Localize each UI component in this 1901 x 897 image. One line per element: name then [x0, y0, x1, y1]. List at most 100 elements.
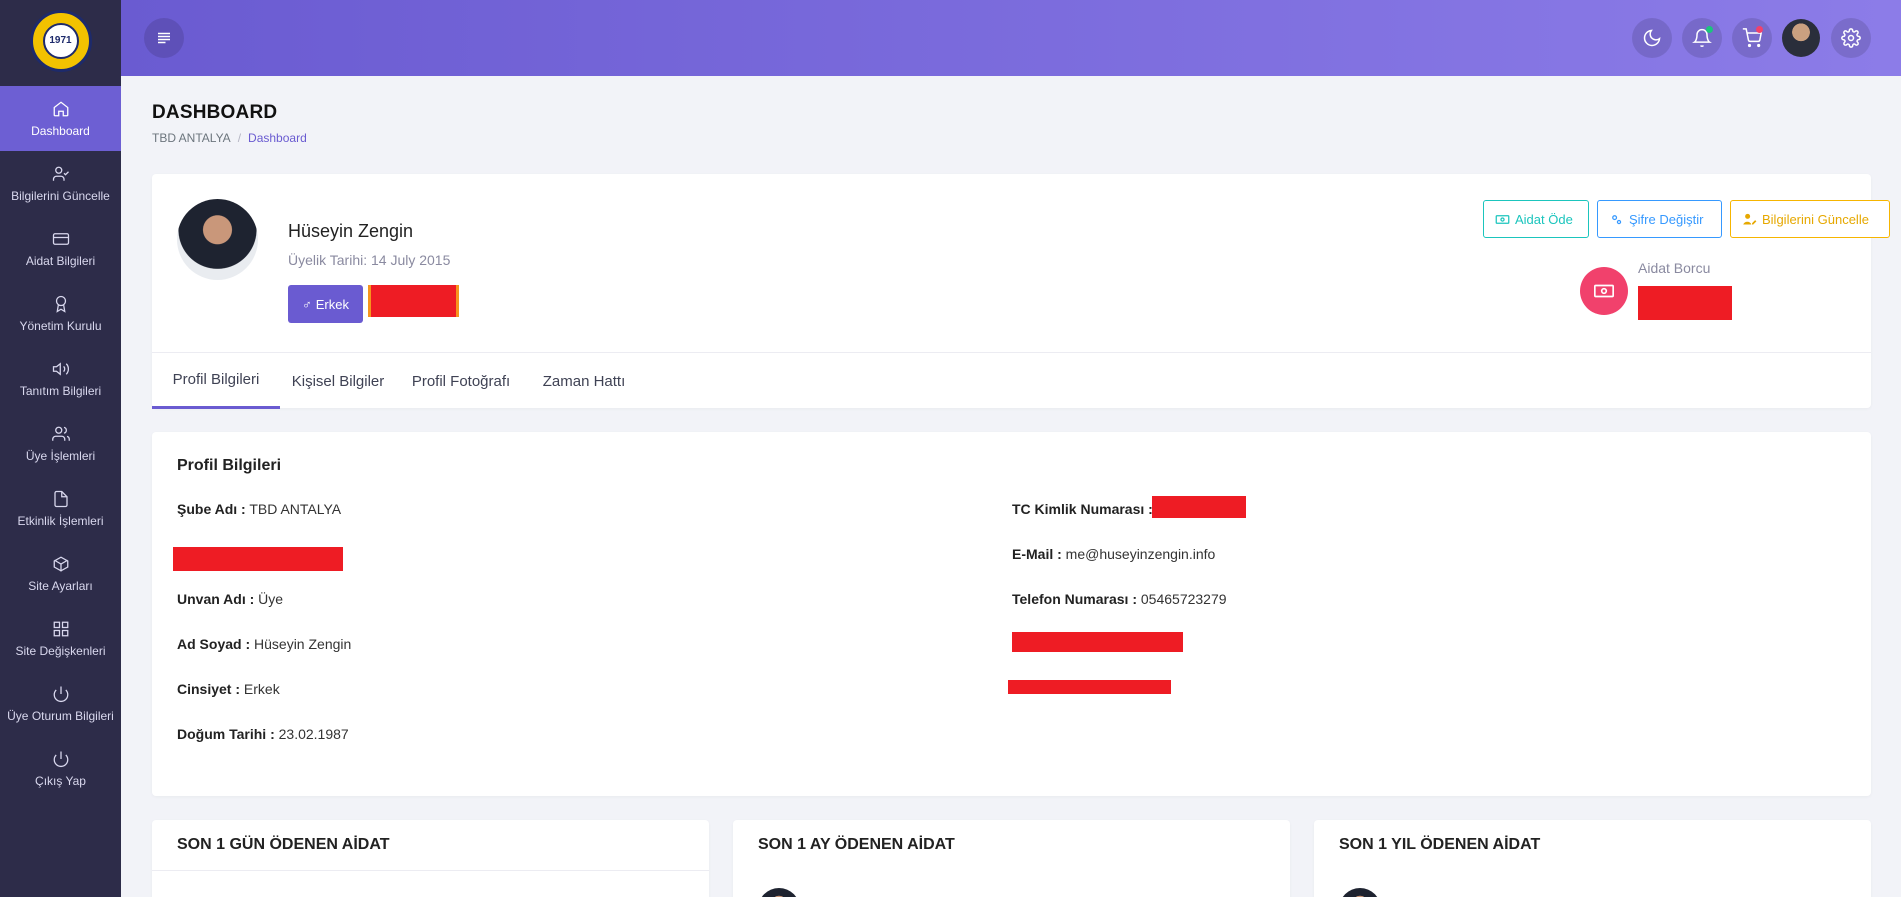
dues-month-card: SON 1 AY ÖDENEN AİDAT [733, 820, 1290, 897]
dues-day-card: SON 1 GÜN ÖDENEN AİDAT [152, 820, 709, 897]
sidebar-item-members[interactable]: Üye İşlemleri [0, 411, 121, 476]
gender-badge: ♂ Erkek [288, 285, 363, 323]
sidebar-item-dashboard[interactable]: Dashboard [0, 86, 121, 151]
top-header [121, 0, 1901, 76]
change-password-button[interactable]: Şifre Değiştir [1597, 200, 1722, 238]
info-row-fullname: Ad Soyad : Hüseyin Zengin [177, 636, 351, 652]
tab-timeline[interactable]: Zaman Hattı [529, 353, 639, 409]
users-icon [51, 426, 70, 441]
pay-dues-button[interactable]: Aidat Öde [1483, 200, 1589, 238]
sidebar-item-site-variables[interactable]: Site Değişkenleri [0, 606, 121, 671]
power-icon [53, 751, 68, 767]
info-value: 05465723279 [1140, 591, 1227, 607]
breadcrumb-item-current: Dashboard [248, 131, 307, 145]
grid-icon [53, 621, 68, 636]
info-label: Unvan Adı : [177, 591, 255, 607]
page-title: DASHBOARD [152, 102, 278, 123]
membership-date: Üyelik Tarihi: 14 July 2015 [288, 252, 451, 268]
sidebar-item-dues[interactable]: Aidat Bilgileri [0, 216, 121, 281]
volume-icon [52, 361, 69, 376]
redacted-badge [368, 285, 459, 317]
sidebar-item-logout[interactable]: Çıkış Yap [0, 736, 121, 801]
sidebar-item-sessions[interactable]: Üye Oturum Bilgileri [0, 671, 121, 736]
menu-icon [158, 32, 170, 44]
sidebar-item-label: Bilgilerini Güncelle [11, 188, 110, 203]
logo-year: 1971 [42, 22, 79, 59]
info-label: Telefon Numarası : [1012, 591, 1137, 607]
info-value: Üye [258, 591, 284, 607]
info-row-birthdate: Doğum Tarihi : 23.02.1987 [177, 726, 349, 742]
debt-icon-circle [1580, 267, 1628, 315]
sidebar-item-label: Tanıtım Bilgileri [19, 383, 102, 398]
sidebar-item-label: Site Ayarları [28, 578, 93, 593]
info-row-branch: Şube Adı : TBD ANTALYA [177, 501, 341, 517]
sidebar-item-board[interactable]: Yönetim Kurulu [0, 281, 121, 346]
sidebar-item-site-settings[interactable]: Site Ayarları [0, 541, 121, 606]
divider [152, 870, 709, 871]
sidebar-item-promotion[interactable]: Tanıtım Bilgileri [0, 346, 121, 411]
profile-tabs: Profil Bilgileri Kişisel Bilgiler Profil… [152, 352, 1871, 409]
tab-profile-info[interactable]: Profil Bilgileri [152, 353, 280, 409]
breadcrumb-item-branch[interactable]: TBD ANTALYA [152, 131, 231, 145]
info-row-tc: TC Kimlik Numarası : [1012, 501, 1153, 517]
info-label: Şube Adı : [177, 501, 246, 517]
sidebar-item-label: Etkinlik İşlemleri [17, 513, 104, 528]
sidebar-item-label: Dashboard [31, 123, 90, 138]
male-icon: ♂ [302, 296, 312, 312]
member-avatar [1339, 888, 1381, 897]
redacted-tc-value [1152, 496, 1246, 518]
sidebar-item-label: Üye Oturum Bilgileri [7, 708, 114, 723]
profile-card: Hüseyin Zengin Üyelik Tarihi: 14 July 20… [152, 174, 1890, 409]
notification-dot [1706, 26, 1713, 33]
tab-personal-info[interactable]: Kişisel Bilgiler [283, 353, 393, 409]
dues-month-title: SON 1 AY ÖDENEN AİDAT [758, 836, 955, 853]
power-icon [53, 686, 68, 702]
user-edit-icon [1743, 213, 1757, 224]
info-value: me@huseyinzengin.info [1065, 546, 1216, 562]
sidebar-item-label: Aidat Bilgileri [25, 253, 96, 268]
user-avatar[interactable] [1782, 19, 1820, 57]
moon-icon [1643, 29, 1661, 47]
tab-profile-photo[interactable]: Profil Fotoğrafı [396, 353, 526, 409]
redacted-debt-value [1638, 286, 1732, 320]
money-icon [1594, 284, 1614, 298]
dues-day-title: SON 1 GÜN ÖDENEN AİDAT [177, 836, 390, 853]
sidebar: 1971 Dashboard Bilgilerini Güncelle Aida… [0, 0, 121, 897]
sidebar-item-label: Site Değişkenleri [15, 643, 106, 658]
info-row-phone: Telefon Numarası : 05465723279 [1012, 591, 1227, 607]
theme-toggle-button[interactable] [1632, 18, 1672, 58]
file-icon [53, 490, 68, 507]
member-avatar [758, 888, 800, 897]
breadcrumb: TBD ANTALYA / Dashboard [152, 131, 307, 145]
user-check-icon [52, 166, 69, 181]
debt-label: Aidat Borcu [1638, 260, 1711, 276]
info-label: Doğum Tarihi : [177, 726, 275, 742]
sidebar-item-events[interactable]: Etkinlik İşlemleri [0, 476, 121, 541]
update-info-button[interactable]: Bilgilerini Güncelle [1730, 200, 1890, 238]
update-info-label: Bilgilerini Güncelle [1762, 211, 1869, 227]
info-card-title: Profil Bilgileri [177, 457, 282, 474]
cart-dot [1756, 26, 1763, 33]
info-label: E-Mail : [1012, 546, 1062, 562]
info-value: TBD ANTALYA [249, 501, 342, 517]
info-label: Ad Soyad : [177, 636, 251, 652]
profile-info-card: Profil Bilgileri Şube Adı : TBD ANTALYA … [152, 432, 1871, 796]
profile-name: Hüseyin Zengin [288, 221, 414, 241]
info-value: 23.02.1987 [278, 726, 349, 742]
cart-button[interactable] [1732, 18, 1772, 58]
settings-button[interactable] [1831, 18, 1871, 58]
dues-year-title: SON 1 YIL ÖDENEN AİDAT [1339, 836, 1541, 853]
info-label: TC Kimlik Numarası : [1012, 501, 1153, 517]
pay-dues-label: Aidat Öde [1515, 211, 1573, 227]
sidebar-item-label: Üye İşlemleri [25, 448, 96, 463]
profile-avatar [177, 199, 258, 280]
info-row-email: E-Mail : me@huseyinzengin.info [1012, 546, 1215, 562]
money-icon [1495, 214, 1510, 224]
sidebar-item-update-info[interactable]: Bilgilerini Güncelle [0, 151, 121, 216]
settings-icon [1841, 28, 1861, 48]
logo[interactable]: 1971 [29, 9, 92, 72]
sidebar-item-label: Çıkış Yap [35, 773, 86, 788]
notifications-button[interactable] [1682, 18, 1722, 58]
logo-area: 1971 [0, 0, 121, 81]
menu-toggle-button[interactable] [144, 18, 184, 58]
